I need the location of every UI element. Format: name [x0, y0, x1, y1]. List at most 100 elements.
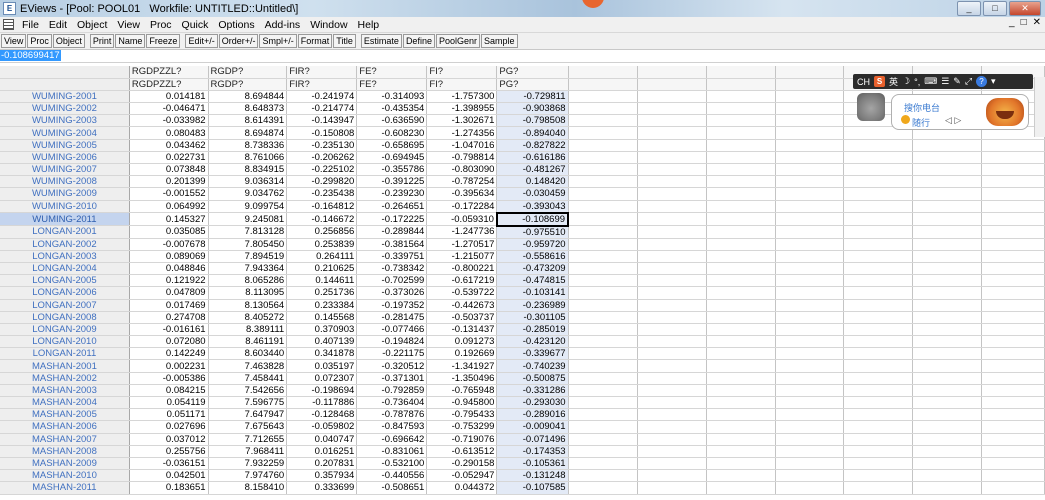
empty-cell[interactable] [568, 469, 638, 483]
empty-cell[interactable] [775, 384, 845, 398]
empty-cell[interactable] [775, 299, 845, 312]
empty-cell[interactable] [775, 78, 845, 91]
data-cell[interactable]: -0.285019 [496, 323, 569, 337]
column-subheader[interactable]: FI? [426, 78, 498, 91]
empty-cell[interactable] [912, 359, 983, 373]
empty-cell[interactable] [981, 175, 1045, 189]
empty-cell[interactable] [912, 238, 983, 251]
empty-cell[interactable] [775, 359, 845, 373]
row-label[interactable]: LONGAN-2004 [0, 262, 130, 276]
row-label[interactable]: LONGAN-2001 [0, 225, 130, 239]
empty-cell[interactable] [981, 286, 1045, 300]
data-cell[interactable]: 0.357934 [286, 469, 358, 483]
data-cell[interactable]: -0.474815 [496, 274, 569, 288]
empty-cell[interactable] [637, 445, 707, 458]
data-cell[interactable]: -0.131248 [496, 469, 569, 483]
empty-cell[interactable] [981, 384, 1045, 398]
empty-cell[interactable] [981, 212, 1045, 227]
data-cell[interactable]: -0.105361 [496, 457, 569, 471]
empty-cell[interactable] [637, 396, 707, 410]
data-cell[interactable]: -0.046471 [129, 102, 209, 116]
data-cell[interactable]: 7.943364 [208, 262, 288, 276]
data-cell[interactable]: -1.341927 [426, 359, 498, 373]
active-cell[interactable]: -0.108699 [495, 211, 570, 227]
empty-cell[interactable] [912, 469, 983, 483]
empty-cell[interactable] [981, 238, 1045, 251]
empty-cell[interactable] [912, 311, 983, 324]
data-cell[interactable]: 0.017469 [129, 299, 209, 312]
empty-cell[interactable] [981, 469, 1045, 483]
radio-subtitle[interactable]: 随行 [912, 116, 930, 129]
data-cell[interactable]: -1.350496 [426, 372, 498, 385]
data-cell[interactable]: -0.508651 [356, 481, 428, 495]
menu-proc[interactable]: Proc [145, 19, 177, 31]
menu-window[interactable]: Window [305, 19, 352, 31]
empty-cell[interactable] [912, 200, 983, 214]
define-button[interactable]: Define [402, 34, 435, 48]
row-label[interactable]: LONGAN-2009 [0, 323, 130, 337]
data-cell[interactable]: 0.253839 [286, 238, 358, 251]
print-button[interactable]: Print [89, 34, 115, 48]
empty-cell[interactable] [568, 323, 638, 337]
data-cell[interactable]: 7.596775 [208, 396, 288, 410]
data-cell[interactable]: -0.658695 [356, 139, 428, 152]
data-cell[interactable]: 0.264111 [286, 250, 358, 263]
empty-cell[interactable] [706, 433, 776, 446]
empty-cell[interactable] [568, 396, 638, 410]
empty-header-cell[interactable] [568, 66, 638, 79]
data-cell[interactable]: -0.503737 [426, 311, 498, 324]
empty-cell[interactable] [843, 420, 914, 434]
empty-cell[interactable] [775, 408, 845, 422]
data-cell[interactable]: 0.407139 [286, 335, 358, 349]
empty-cell[interactable] [568, 420, 638, 434]
empty-cell[interactable] [912, 286, 983, 300]
data-cell[interactable]: -0.894040 [496, 126, 569, 140]
empty-cell[interactable] [912, 347, 983, 361]
empty-cell[interactable] [981, 372, 1045, 385]
data-cell[interactable]: -1.398955 [426, 102, 498, 116]
menu-file[interactable]: File [20, 19, 44, 31]
row-label[interactable]: LONGAN-2005 [0, 274, 130, 288]
empty-cell[interactable] [637, 78, 707, 91]
data-cell[interactable]: 0.073848 [129, 163, 209, 177]
empty-cell[interactable] [706, 225, 776, 239]
data-cell[interactable]: 0.210625 [286, 262, 358, 276]
empty-cell[interactable] [981, 457, 1045, 471]
row-label[interactable]: MASHAN-2006 [0, 420, 130, 434]
format-button[interactable]: Format [297, 34, 333, 48]
data-cell[interactable]: -0.616186 [496, 151, 569, 165]
data-cell[interactable]: 0.051171 [129, 408, 209, 422]
ime-lang-label[interactable]: CH [857, 77, 870, 87]
empty-cell[interactable] [843, 433, 914, 446]
empty-cell[interactable] [568, 286, 638, 300]
empty-cell[interactable] [912, 299, 983, 312]
empty-cell[interactable] [981, 151, 1045, 165]
data-cell[interactable]: -0.736404 [356, 396, 428, 410]
empty-cell[interactable] [912, 151, 983, 165]
data-cell[interactable]: 0.048846 [129, 262, 209, 276]
empty-cell[interactable] [843, 335, 914, 349]
data-cell[interactable]: -0.608230 [356, 126, 428, 140]
data-cell[interactable]: -0.636590 [356, 114, 428, 128]
data-cell[interactable]: -0.052947 [426, 469, 498, 483]
data-cell[interactable]: -1.247736 [426, 225, 498, 239]
data-cell[interactable]: -0.001552 [129, 187, 209, 201]
column-header[interactable]: RGDPZZL? [129, 66, 209, 79]
empty-cell[interactable] [706, 347, 776, 361]
empty-cell[interactable] [981, 262, 1045, 276]
data-cell[interactable]: -0.103141 [496, 286, 569, 300]
data-cell[interactable]: -0.500875 [496, 372, 569, 385]
data-cell[interactable]: 0.341878 [286, 347, 358, 361]
data-cell[interactable]: -1.757300 [426, 90, 498, 104]
empty-cell[interactable] [637, 163, 707, 177]
empty-cell[interactable] [775, 445, 845, 458]
data-cell[interactable]: -0.847593 [356, 420, 428, 434]
row-label[interactable]: MASHAN-2007 [0, 433, 130, 446]
empty-cell[interactable] [706, 262, 776, 276]
empty-cell[interactable] [637, 90, 707, 104]
row-label[interactable]: MASHAN-2001 [0, 359, 130, 373]
data-cell[interactable]: -0.016161 [129, 323, 209, 337]
data-cell[interactable]: -0.765948 [426, 384, 498, 398]
empty-cell[interactable] [706, 163, 776, 177]
empty-cell[interactable] [981, 481, 1045, 495]
